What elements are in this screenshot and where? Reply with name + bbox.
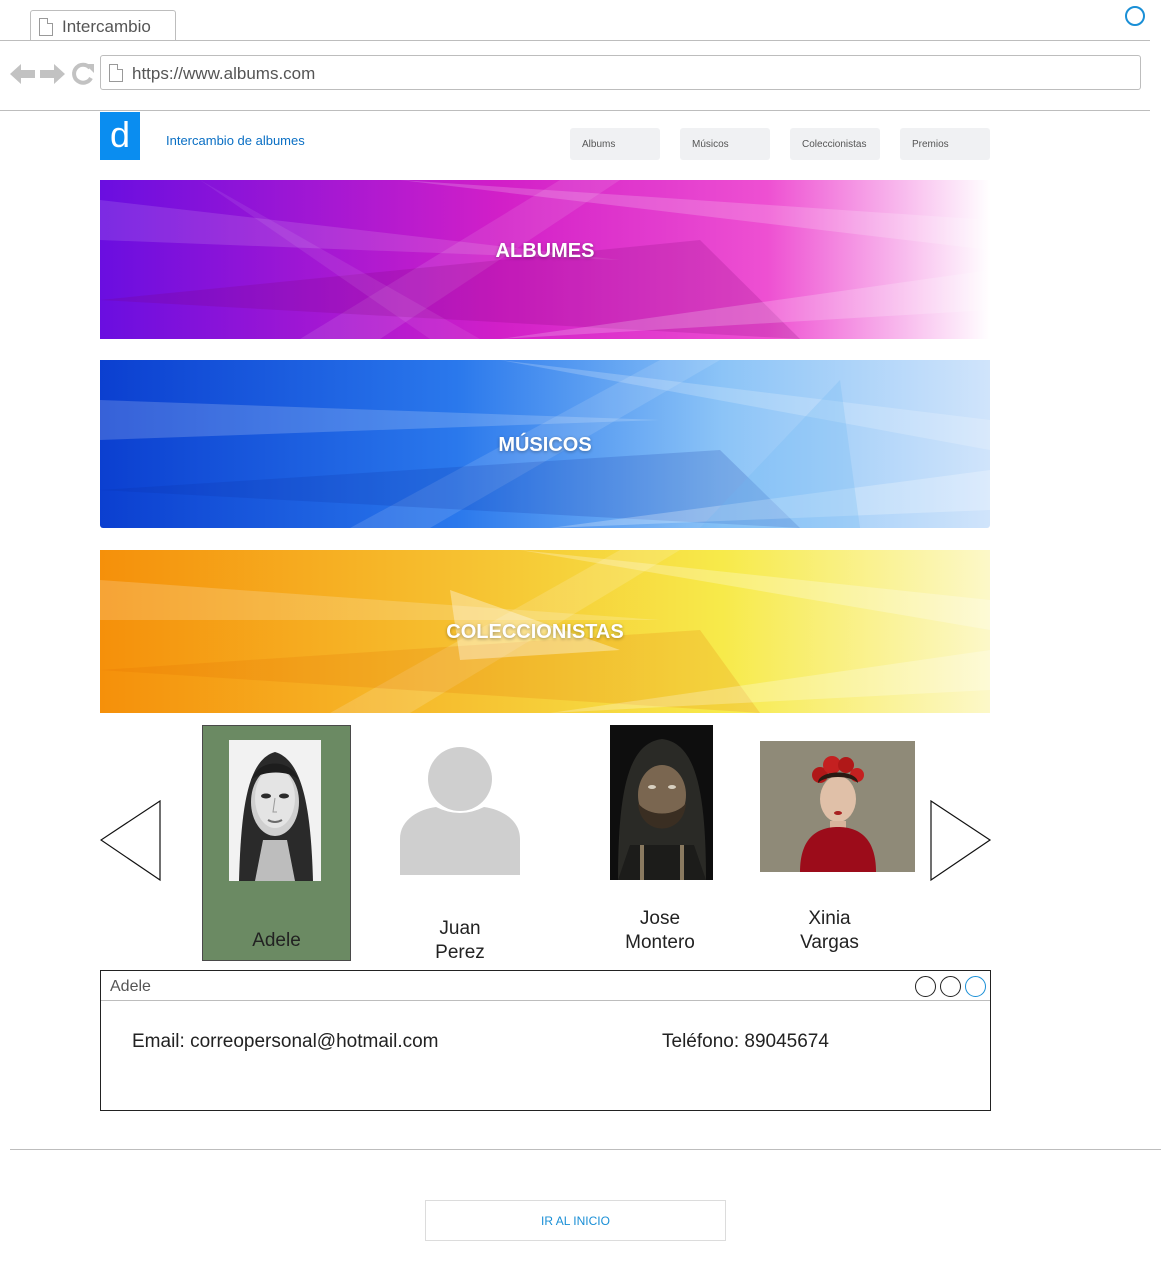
person-name-line2: Perez (435, 942, 485, 963)
back-icon[interactable] (10, 63, 36, 85)
address-bar[interactable]: https://www.albums.com (100, 55, 1141, 90)
banner-coleccionistas[interactable]: COLECCIONISTAS (100, 550, 990, 713)
tab-title: Intercambio (62, 17, 151, 36)
panel-title: Adele (110, 978, 151, 995)
carousel-prev-icon[interactable] (100, 800, 162, 882)
person-card-adele[interactable]: Adele (202, 725, 351, 961)
menu-musicos-button[interactable]: Músicos (680, 128, 770, 160)
minimize-icon[interactable] (915, 976, 936, 997)
banner-coleccionistas-label: COLECCIONISTAS (446, 621, 624, 643)
banner-albumes-label: ALBUMES (495, 240, 595, 262)
menu-coleccionistas-button[interactable]: Coleccionistas (790, 128, 880, 160)
user-avatar-icon (400, 747, 520, 875)
phone-text: Teléfono: 89045674 (662, 1031, 829, 1052)
carousel-next-icon[interactable] (930, 800, 992, 882)
site-logo[interactable]: d (100, 112, 140, 160)
tab-strip-divider (0, 40, 1150, 41)
go-home-button[interactable]: IR AL INICIO (425, 1200, 726, 1241)
person-card-juan-perez[interactable]: Juan Perez (385, 725, 535, 965)
forward-icon[interactable] (40, 63, 66, 85)
banner-musicos[interactable]: MÚSICOS (100, 360, 990, 528)
page-icon (109, 64, 123, 82)
maximize-icon[interactable] (940, 976, 961, 997)
person-name-line1: Juan (439, 918, 481, 939)
close-icon[interactable] (965, 976, 986, 997)
page-icon (39, 18, 53, 36)
panel-header: Adele (101, 971, 990, 1001)
person-name: Adele (252, 930, 301, 951)
menu-premios-button[interactable]: Premios (900, 128, 990, 160)
footer-divider (10, 1149, 1161, 1150)
xinia-vargas-photo (760, 741, 915, 872)
person-name-line1: Jose (639, 908, 681, 929)
person-name-line2: Vargas (800, 932, 859, 953)
jose-montero-photo (610, 725, 713, 880)
banner-albumes[interactable]: ALBUMES (100, 180, 990, 339)
chrome-divider (0, 110, 1150, 111)
person-detail-panel: Adele Email: correopersonal@hotmail.com … (100, 970, 991, 1111)
person-card-jose-montero[interactable]: Jose Montero (590, 725, 730, 960)
person-name-line1: Xinia (808, 908, 851, 929)
email-text: Email: correopersonal@hotmail.com (132, 1031, 439, 1052)
banner-musicos-label: MÚSICOS (498, 434, 592, 456)
person-name-line2: Montero (625, 932, 695, 953)
person-card-xinia-vargas[interactable]: Xinia Vargas (760, 740, 915, 960)
window-control-icon[interactable] (1125, 6, 1145, 26)
menu-albums-button[interactable]: Albums (570, 128, 660, 160)
adele-photo (229, 740, 321, 881)
browser-tab[interactable]: Intercambio (30, 10, 176, 41)
url-text: https://www.albums.com (132, 64, 316, 83)
site-title[interactable]: Intercambio de albumes (166, 133, 305, 148)
reload-icon[interactable] (71, 62, 95, 86)
